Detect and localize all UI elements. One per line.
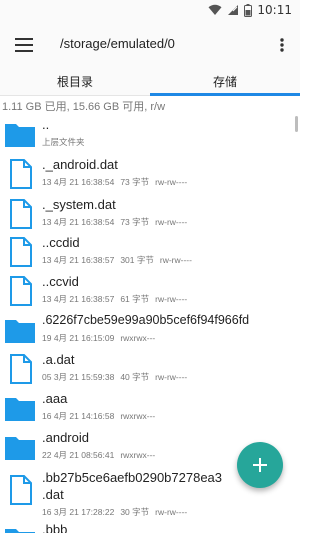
file-meta: 16 4月 21 14:16:58 rwxrwx--- [42,410,161,422]
file-perm: rw-rw---- [155,177,188,187]
file-name-line2: .dat [42,487,64,502]
signal-icon [228,5,239,15]
file-icon [10,354,32,384]
add-fab-button[interactable] [237,442,283,488]
file-icon [10,199,32,229]
list-item[interactable]: .bbb [0,519,300,533]
list-item[interactable]: ._android.dat 13 4月 21 16:38:54 73 字节 rw-r… [0,154,300,194]
battery-icon [244,3,253,17]
file-icon [10,159,32,189]
file-date: 13 4月 21 16:38:57 [42,255,115,265]
file-perm: rwxrwx--- [120,411,156,421]
file-name: ._android.dat [42,157,118,172]
file-name: .bbb [42,522,68,533]
wifi-icon [208,4,222,15]
tab-root[interactable]: 根目录 [0,66,150,96]
current-path: /storage/emulated/0 [60,36,175,51]
file-date: 13 4月 21 16:38:54 [42,217,115,227]
file-date: 19 4月 21 16:15:09 [42,333,115,343]
file-meta: 13 4月 21 16:38:54 73 字节 rw-rw---- [42,176,193,188]
tab-storage[interactable]: 存储 [150,66,300,96]
plus-icon [253,458,267,472]
app-bar: /storage/emulated/0 [0,24,300,66]
folder-icon [5,124,35,147]
file-icon [10,276,32,306]
file-name: ..ccvid [42,274,79,289]
file-name: .android [42,430,89,445]
file-name: .a.dat [42,352,75,367]
list-item[interactable]: ..ccvid 13 4月 21 16:38:57 61 字节 rw-rw---- [0,271,300,311]
menu-button[interactable] [12,33,36,57]
file-name-part: .bb27b5ce6aefb0290b7278ea3 [42,470,223,485]
list-item[interactable]: .a.dat 05 3月 21 15:59:38 40 字节 rw-rw---- [0,349,300,389]
file-name: .6226f7cbe59e99a90b5cef6f94f966fd [42,313,250,327]
file-name: ..ccdid [42,235,80,250]
file-size: 73 字节 [120,177,150,187]
list-item[interactable]: .aaa 16 4月 21 14:16:58 rwxrwx--- [0,388,300,428]
file-date: 13 4月 21 16:38:57 [42,294,115,304]
file-size: 30 字节 [120,507,150,517]
tab-bar: 根目录 存储 [0,66,300,96]
folder-icon [5,398,35,421]
file-icon [10,237,32,267]
file-sub: 上层文件夹 [42,137,85,147]
status-bar: 10:11 [0,0,300,24]
file-meta: 16 3月 21 17:28:22 30 字节 rw-rw---- [42,506,193,518]
file-perm: rw-rw---- [155,372,188,382]
file-date: 22 4月 21 08:56:41 [42,450,115,460]
file-size: 301 字节 [120,255,154,265]
file-name: .aaa [42,391,68,406]
file-meta: 22 4月 21 08:56:41 rwxrwx--- [42,449,161,461]
folder-icon [5,437,35,460]
file-perm: rw-rw---- [155,217,188,227]
file-date: 05 3月 21 15:59:38 [42,372,115,382]
folder-icon [5,320,35,343]
tab-indicator [150,93,300,96]
file-meta: 19 4月 21 16:15:09 rwxrwx--- [42,332,161,344]
list-item[interactable]: ._system.dat 13 4月 21 16:38:54 73 字节 rw-rw… [0,194,300,234]
file-date: 16 3月 21 17:28:22 [42,507,115,517]
file-icon [10,475,32,505]
file-perm: rw-rw---- [155,507,188,517]
list-item[interactable]: ..ccdid 13 4月 21 16:38:57 301 字节 rw-rw---- [0,232,300,272]
more-options-button[interactable] [274,33,290,57]
file-meta: 13 4月 21 16:38:57 61 字节 rw-rw---- [42,293,193,305]
file-perm: rwxrwx--- [120,333,156,343]
file-name: .. [42,117,50,132]
more-vert-icon [280,38,284,52]
file-perm: rw-rw---- [159,255,192,265]
storage-info: 1.11 GB 已用, 15.66 GB 可用, r/w [2,101,166,113]
file-meta: 13 4月 21 16:38:54 73 字节 rw-rw---- [42,216,193,228]
status-time: 10:11 [257,3,292,17]
file-date: 16 4月 21 14:16:58 [42,411,115,421]
file-perm: rw-rw---- [155,294,188,304]
file-size: 73 字节 [120,217,150,227]
file-size: 40 字节 [120,372,150,382]
file-perm: rwxrwx--- [120,450,156,460]
file-date: 13 4月 21 16:38:54 [42,177,115,187]
folder-icon [5,529,35,533]
file-name: ._system.dat [42,197,116,212]
list-item[interactable]: .6226f7cbe59e99a90b5cef6f94f966fd 19 4月 … [0,310,300,350]
file-meta: 13 4月 21 16:38:57 301 字节 rw-rw---- [42,254,198,266]
scrollbar-thumb[interactable] [295,116,298,132]
file-size: 61 字节 [120,294,150,304]
menu-icon [15,38,33,52]
file-meta: 05 3月 21 15:59:38 40 字节 rw-rw---- [42,371,193,383]
list-item-parent-folder[interactable]: .. 上层文件夹 [0,114,300,154]
